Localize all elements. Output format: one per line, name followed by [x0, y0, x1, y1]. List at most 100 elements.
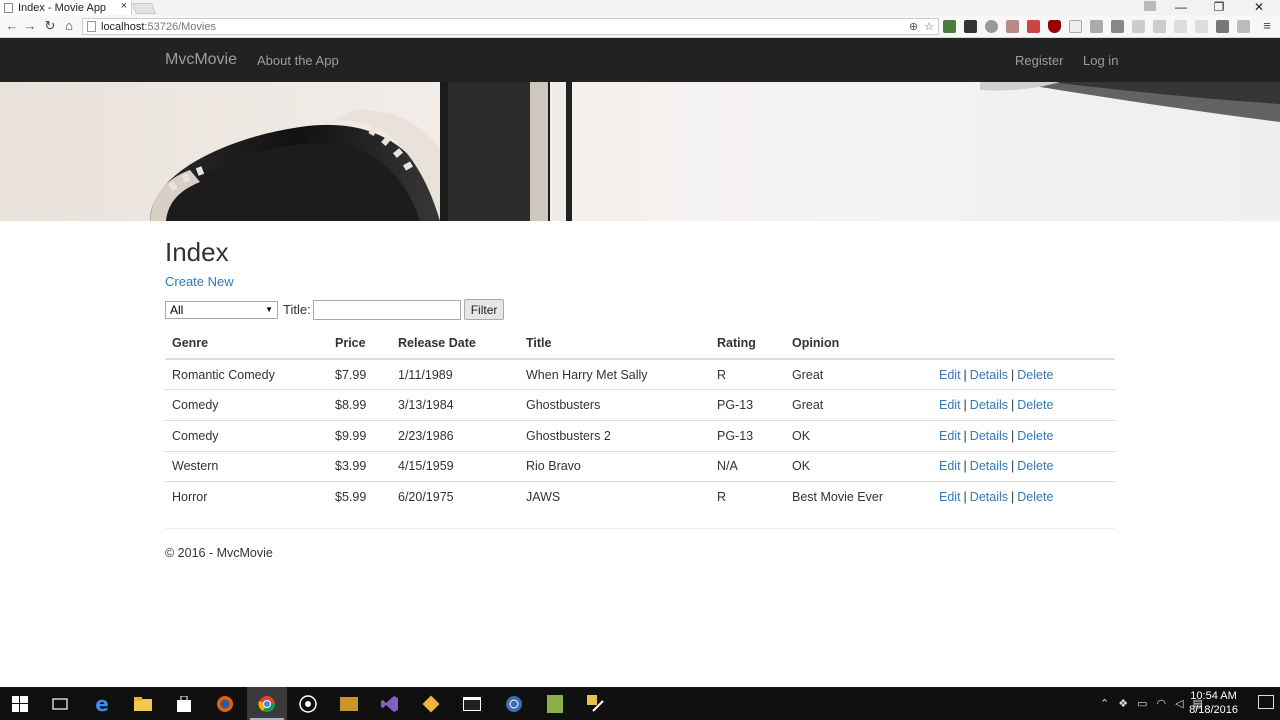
browser-tab-active[interactable]: Index - Movie App × — [0, 0, 132, 15]
app-icon[interactable] — [535, 687, 575, 720]
delete-link[interactable]: Delete — [1017, 459, 1053, 473]
volume-icon[interactable]: ◁ — [1175, 697, 1183, 710]
separator: | — [1011, 367, 1015, 382]
store-icon[interactable] — [164, 687, 204, 720]
extension-icon[interactable] — [943, 20, 956, 33]
app-icon[interactable] — [494, 687, 534, 720]
cell-price: $7.99 — [335, 367, 367, 382]
chrome-icon[interactable] — [247, 687, 287, 720]
taskbar-clock[interactable]: 10:54 AM 8/18/2016 — [1189, 689, 1238, 717]
extension-icon[interactable] — [1132, 20, 1145, 33]
extension-icon[interactable] — [1195, 20, 1208, 33]
column-header-rating[interactable]: Rating — [710, 330, 785, 360]
new-tab-button[interactable] — [131, 3, 157, 14]
minimize-button[interactable]: — — [1162, 0, 1200, 15]
edit-link[interactable]: Edit — [939, 398, 961, 412]
firefox-icon[interactable] — [205, 687, 245, 720]
hero-banner-image — [0, 82, 1280, 221]
reload-icon[interactable]: ↻ — [42, 18, 58, 34]
delete-link[interactable]: Delete — [1017, 368, 1053, 382]
tab-close-icon[interactable]: × — [121, 0, 127, 12]
ublock-icon[interactable] — [1048, 20, 1061, 33]
page-info-icon[interactable] — [87, 21, 96, 32]
delete-link[interactable]: Delete — [1017, 398, 1053, 412]
home-icon[interactable]: ⌂ — [61, 18, 77, 34]
details-link[interactable]: Details — [970, 429, 1008, 443]
battery-icon[interactable]: ▭ — [1137, 697, 1147, 710]
extension-icon[interactable] — [1153, 20, 1166, 33]
nav-link-about[interactable]: About the App — [257, 53, 339, 68]
details-link[interactable]: Details — [970, 398, 1008, 412]
extension-icon[interactable] — [1174, 20, 1187, 33]
extension-icon[interactable] — [1090, 20, 1103, 33]
address-bar[interactable]: localhost:53726/Movies ⊕ ☆ — [82, 18, 939, 35]
footer-divider — [165, 528, 1115, 529]
delete-link[interactable]: Delete — [1017, 490, 1053, 504]
column-header-opinion[interactable]: Opinion — [785, 330, 932, 360]
cell-opinion: Best Movie Ever — [785, 481, 932, 513]
css-extension-icon[interactable] — [1069, 20, 1082, 33]
cell-release-date: 1/11/1989 — [398, 367, 453, 382]
visual-studio-icon[interactable] — [370, 687, 410, 720]
column-header-title[interactable]: Title — [519, 330, 710, 360]
url-path: :53726/Movies — [144, 20, 216, 33]
edit-link[interactable]: Edit — [939, 459, 961, 473]
system-tray: ⌃ ❖ ▭ ◠ ◁ ▤ — [1100, 687, 1203, 720]
details-link[interactable]: Details — [970, 459, 1008, 473]
genre-select[interactable]: All ▼ — [165, 300, 278, 319]
delete-link[interactable]: Delete — [1017, 429, 1053, 443]
menu-icon[interactable]: ≡ — [1259, 18, 1275, 34]
extension-icon[interactable] — [1027, 20, 1040, 33]
cell-price: $3.99 — [328, 450, 391, 482]
extension-icon[interactable] — [1111, 20, 1124, 33]
navbar-brand[interactable]: MvcMovie — [165, 51, 237, 69]
nav-link-register[interactable]: Register — [1015, 53, 1063, 68]
title-filter-input[interactable] — [312, 299, 461, 320]
bookmark-star-icon[interactable]: ☆ — [924, 20, 934, 33]
extension-icon[interactable] — [1006, 20, 1019, 33]
footer-copyright: © 2016 - MvcMovie — [165, 546, 273, 560]
details-link[interactable]: Details — [970, 490, 1008, 504]
edit-link[interactable]: Edit — [939, 368, 961, 382]
notification-icon[interactable] — [1258, 695, 1274, 709]
cell-rating: PG-13 — [710, 419, 785, 452]
table-row: Comedy $9.99 2/23/1986 Ghostbusters 2 PG… — [165, 419, 1115, 452]
show-hidden-icons-icon[interactable]: ⌃ — [1100, 697, 1109, 710]
movies-table: Genre Price Release Date Title Rating Op… — [165, 330, 1115, 513]
column-header-genre[interactable]: Genre — [165, 330, 328, 360]
extension-icon[interactable] — [985, 20, 998, 33]
edit-link[interactable]: Edit — [939, 490, 961, 504]
back-arrow-icon[interactable]: ← — [4, 18, 20, 34]
extension-icon[interactable] — [1237, 20, 1250, 33]
cell-release-date: 2/23/1986 — [391, 419, 519, 452]
app-icon[interactable] — [288, 687, 328, 720]
zoom-icon[interactable]: ⊕ — [909, 20, 918, 33]
nav-link-login[interactable]: Log in — [1083, 53, 1118, 68]
column-header-price[interactable]: Price — [328, 330, 391, 360]
separator: | — [963, 428, 967, 443]
terminal-icon[interactable] — [452, 687, 492, 720]
edge-browser-icon[interactable]: e — [82, 687, 122, 720]
task-view-icon[interactable] — [40, 687, 80, 720]
network-icon[interactable]: ◠ — [1157, 697, 1167, 710]
cell-price: $8.99 — [328, 389, 391, 421]
window-close-button[interactable]: ✕ — [1240, 0, 1278, 15]
file-explorer-icon[interactable] — [123, 687, 163, 720]
windows-start-icon[interactable] — [0, 687, 40, 720]
details-link[interactable]: Details — [970, 368, 1008, 382]
dropbox-icon[interactable]: ❖ — [1118, 697, 1128, 710]
git-icon[interactable] — [411, 687, 451, 720]
app-icon[interactable] — [329, 687, 369, 720]
profile-icon[interactable] — [1144, 1, 1156, 11]
extension-icon[interactable] — [1216, 20, 1229, 33]
column-header-actions — [932, 330, 1115, 360]
filter-button[interactable]: Filter — [463, 299, 505, 320]
create-new-link[interactable]: Create New — [165, 274, 234, 289]
edit-link[interactable]: Edit — [939, 429, 961, 443]
extension-icon[interactable] — [964, 20, 977, 33]
column-header-release-date[interactable]: Release Date — [391, 330, 519, 360]
forward-arrow-icon[interactable]: → — [22, 18, 38, 34]
tools-icon[interactable] — [576, 687, 616, 720]
restore-button[interactable]: ❐ — [1200, 0, 1238, 15]
separator: | — [963, 367, 967, 382]
